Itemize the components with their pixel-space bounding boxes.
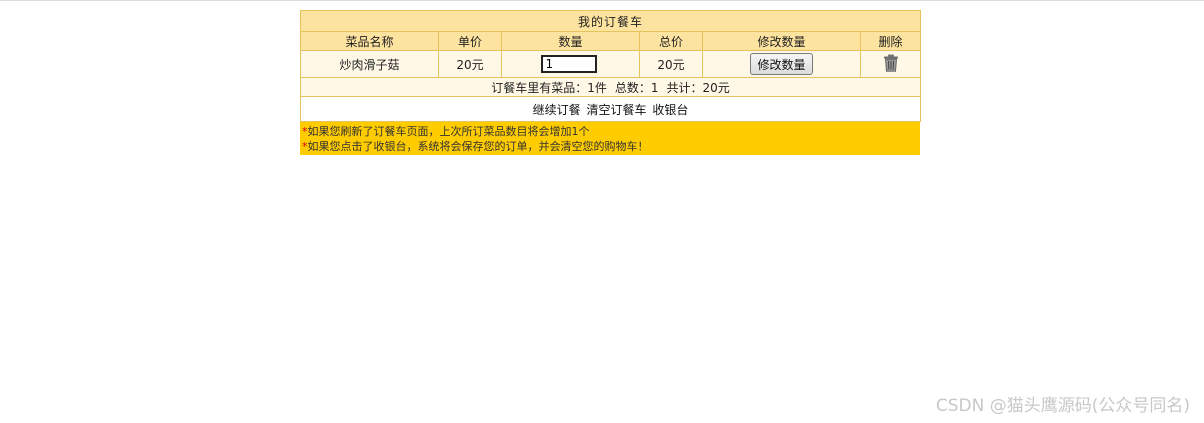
item-modify-cell: 修改数量 xyxy=(702,50,861,78)
item-total: 20元 xyxy=(639,50,703,78)
item-quantity-cell xyxy=(501,50,640,78)
summary-count: 订餐车里有菜品：1件 xyxy=(491,80,607,95)
trash-icon[interactable] xyxy=(883,54,899,75)
summary-sum: 共计：20元 xyxy=(666,80,730,95)
cart-panel: 我的订餐车 菜品名称 单价 数量 总价 修改数量 删除 炒肉滑子菇 20元 20… xyxy=(299,10,922,155)
continue-ordering-link[interactable]: 继续订餐 xyxy=(533,103,581,117)
cart-actions: 继续订餐 清空订餐车 收银台 xyxy=(299,96,922,122)
column-header-quantity: 数量 xyxy=(501,31,640,51)
column-header-delete: 删除 xyxy=(859,31,922,51)
clear-cart-link[interactable]: 清空订餐车 xyxy=(587,103,647,117)
summary-total-quantity: 总数：1 xyxy=(614,80,659,95)
note-line: *如果您刷新了订餐车页面，上次所订菜品数目将会增加1个 xyxy=(302,124,918,139)
cart-summary: 订餐车里有菜品：1件 总数：1 共计：20元 xyxy=(299,77,922,97)
top-divider xyxy=(0,0,1204,1)
checkout-link[interactable]: 收银台 xyxy=(652,103,688,117)
column-header-modify: 修改数量 xyxy=(702,31,861,51)
quantity-input[interactable] xyxy=(540,55,597,73)
item-unit-price: 20元 xyxy=(438,50,502,78)
modify-quantity-button[interactable]: 修改数量 xyxy=(750,53,813,75)
item-name: 炒肉滑子菇 xyxy=(300,50,439,78)
cart-table: 我的订餐车 菜品名称 单价 数量 总价 修改数量 删除 炒肉滑子菇 20元 20… xyxy=(299,10,922,122)
note-text: 如果您刷新了订餐车页面，上次所订菜品数目将会增加1个 xyxy=(307,125,590,138)
column-header-total: 总价 xyxy=(639,31,703,51)
cart-title: 我的订餐车 xyxy=(299,10,922,32)
notes-box: *如果您刷新了订餐车页面，上次所订菜品数目将会增加1个 *如果您点击了收银台，系… xyxy=(300,122,920,155)
item-delete-cell xyxy=(859,50,922,78)
note-text: 如果您点击了收银台，系统将会保存您的订单，并会清空您的购物车！ xyxy=(307,140,649,153)
note-line: *如果您点击了收银台，系统将会保存您的订单，并会清空您的购物车！ xyxy=(302,139,918,154)
column-header-unit-price: 单价 xyxy=(438,31,502,51)
table-row: 炒肉滑子菇 20元 20元 修改数量 xyxy=(300,50,922,78)
column-header-name: 菜品名称 xyxy=(300,31,439,51)
watermark: CSDN @猫头鹰源码(公众号同名) xyxy=(935,396,1190,416)
